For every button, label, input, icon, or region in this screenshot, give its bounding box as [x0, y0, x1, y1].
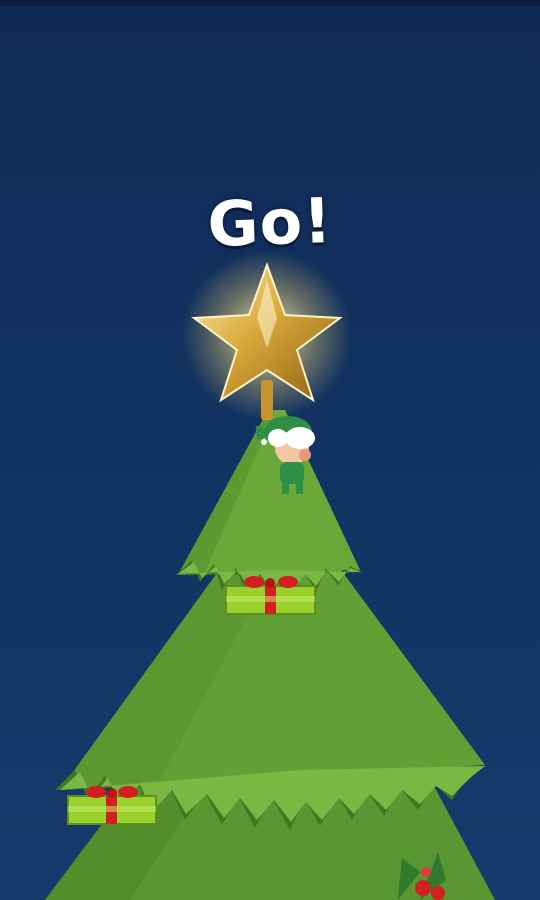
- star-topper: [182, 250, 352, 420]
- game-stage[interactable]: Go!: [0, 0, 540, 900]
- tree-scene: [45, 250, 495, 900]
